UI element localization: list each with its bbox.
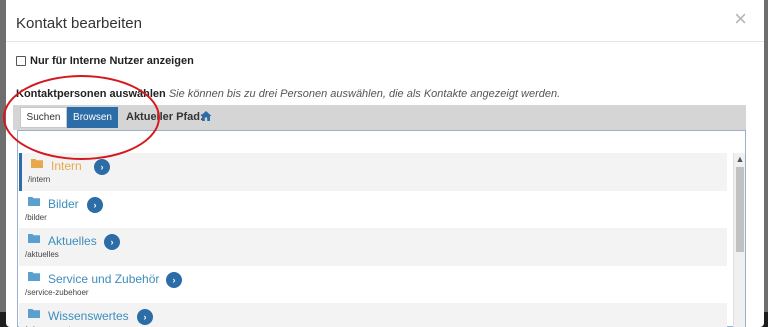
internal-only-checkbox[interactable] [16,56,26,66]
contacts-hint-title: Kontaktpersonen auswählen [16,88,166,100]
open-folder-button[interactable]: › [166,271,182,288]
folder-path: /service-zubehoer [25,287,89,297]
scroll-thumb[interactable] [736,167,744,252]
folder-list: Intern › /intern Bilder › /bilder Aktuelles › /a… [19,153,727,327]
folder-row[interactable]: Service und Zubehör › /service-zubehoer [19,266,727,304]
open-folder-button[interactable]: › [137,309,153,325]
modal-header: Kontakt bearbeiten × [6,0,764,42]
folder-row[interactable]: Aktuelles › /aktuelles [19,228,727,266]
modal-title: Kontakt bearbeiten [16,15,142,32]
folder-name[interactable]: Bilder [48,197,79,211]
open-folder-button[interactable]: › [87,196,103,213]
folder-icon [31,159,43,168]
folder-path: /aktuelles [25,250,59,259]
open-folder-button[interactable]: › [94,159,110,175]
folder-icon [28,271,40,281]
open-folder-button[interactable]: › [104,234,120,250]
folder-name[interactable]: Aktuelles [48,234,97,248]
browse-mode-button[interactable]: Browsen [67,107,118,128]
folder-row[interactable]: Bilder › /bilder [19,191,727,229]
folder-path: /intern [28,175,51,184]
search-mode-button[interactable]: Suchen [20,107,67,128]
current-path-label: Aktueller Pfad: [126,111,204,123]
folder-list-scrollbar[interactable]: ▲ [733,153,745,327]
browse-toolbar: Suchen Browsen Aktueller Pfad: [13,105,746,130]
folder-icon [28,234,40,243]
scroll-up-arrow[interactable]: ▲ [734,153,746,165]
folder-path: /bilder [25,212,47,222]
folder-icon [28,196,40,206]
internal-only-label[interactable]: Nur für Interne Nutzer anzeigen [30,55,194,67]
close-button[interactable]: × [734,8,747,30]
home-icon[interactable] [200,110,212,122]
folder-name[interactable]: Wissenswertes [48,309,129,323]
contacts-hint: Kontaktpersonen auswählen Sie können bis… [16,88,560,100]
folder-name[interactable]: Intern [51,159,82,173]
folder-icon [28,309,40,318]
folder-name[interactable]: Service und Zubehör [48,272,159,286]
internal-only-row[interactable]: Nur für Interne Nutzer anzeigen [16,55,194,67]
folder-row[interactable]: Intern › /intern [19,153,727,191]
folder-browser: Intern › /intern Bilder › /bilder Aktuelles › /a… [17,130,746,327]
folder-search-input[interactable] [18,131,745,151]
contacts-hint-text: Sie können bis zu drei Personen auswähle… [168,88,561,100]
folder-row[interactable]: Wissenswertes›/wissenswertes [19,303,727,327]
edit-contact-modal: Kontakt bearbeiten × Nur für Interne Nut… [6,0,764,327]
